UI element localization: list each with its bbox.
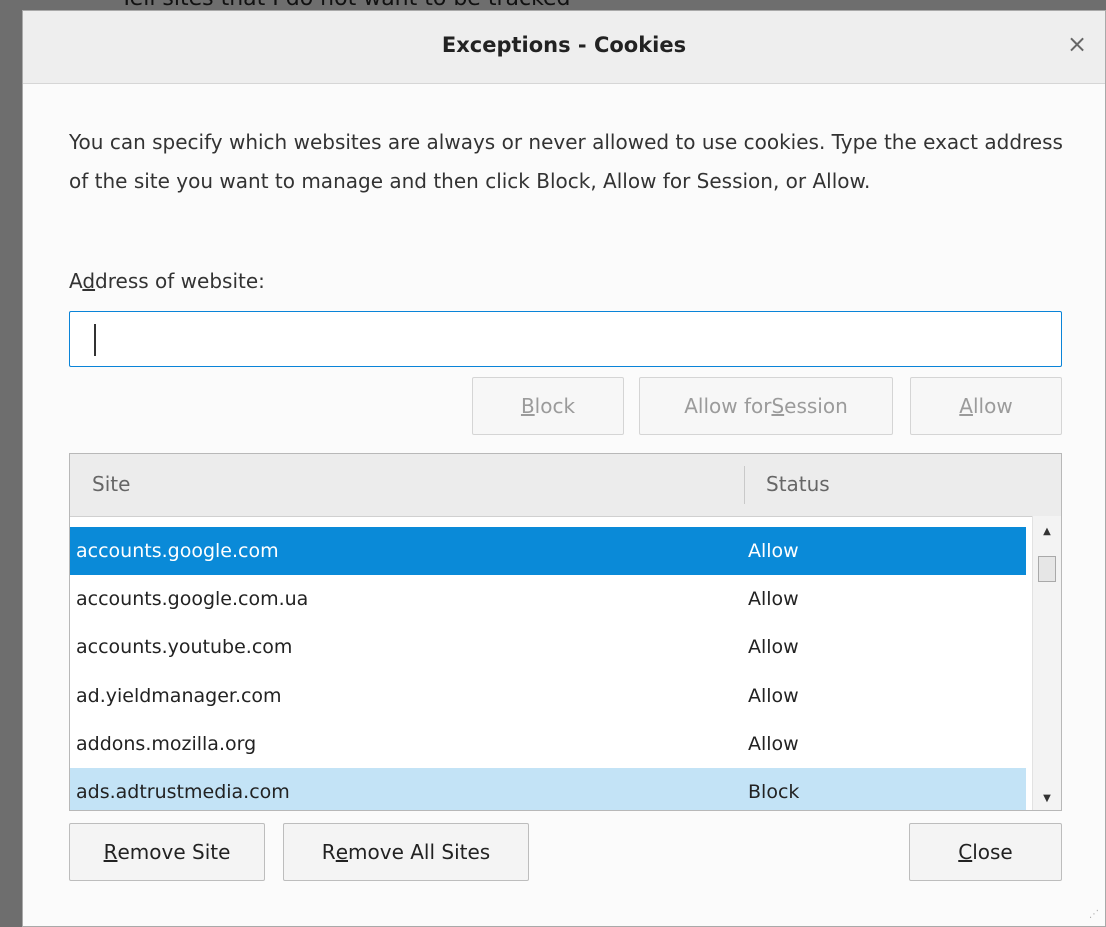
dialog-description: You can specify which websites are alway…	[69, 130, 1063, 193]
allow-session-button-pre: Allow for	[684, 394, 772, 418]
address-label-accesskey: d	[82, 269, 96, 293]
remove-all-accesskey: e	[335, 840, 349, 864]
remove-all-pre: R	[321, 840, 336, 864]
close-icon[interactable]: ×	[1065, 30, 1089, 58]
row-site: accounts.google.com.ua	[76, 588, 309, 610]
allow-button[interactable]: Allow	[910, 377, 1062, 435]
table-row[interactable]: accounts.google.com Allow	[70, 527, 1026, 575]
allow-for-session-button[interactable]: Allow for Session	[639, 377, 893, 435]
allow-button-accesskey: A	[959, 394, 973, 418]
row-status: Allow	[748, 636, 799, 658]
allow-button-post: llow	[972, 394, 1013, 418]
table-row[interactable]: ads.adtrustmedia.com Block	[70, 768, 1026, 810]
list-scrollbar[interactable]: ▲ ▼	[1032, 516, 1061, 810]
table-row[interactable]: accounts.google.com.ua Allow	[70, 575, 1026, 623]
remove-all-sites-button[interactable]: Re move All Sites	[283, 823, 529, 881]
address-input[interactable]	[69, 311, 1062, 367]
remove-site-post: emove Site	[117, 840, 231, 864]
list-header: Site Status	[70, 454, 1061, 517]
text-caret	[94, 324, 96, 356]
address-label-post: dress of website:	[95, 269, 265, 293]
block-button-accesskey: B	[520, 394, 535, 418]
close-button-post: lose	[972, 840, 1013, 864]
column-header-status[interactable]: Status	[766, 472, 830, 496]
row-status: Allow	[748, 540, 799, 562]
remove-site-button[interactable]: Remove Site	[69, 823, 265, 881]
address-label: Address of website:	[69, 269, 265, 293]
table-row[interactable]: ad.yieldmanager.com Allow	[70, 672, 1026, 720]
allow-session-button-post: ession	[784, 394, 848, 418]
row-site: ad.yieldmanager.com	[76, 685, 282, 707]
row-site: accounts.youtube.com	[76, 636, 293, 658]
allow-session-button-accesskey: S	[771, 394, 785, 418]
row-status: Block	[748, 781, 800, 803]
column-divider[interactable]	[744, 466, 745, 504]
row-site: ads.adtrustmedia.com	[76, 781, 290, 803]
row-status: Allow	[748, 588, 799, 610]
close-button[interactable]: Close	[909, 823, 1062, 881]
address-label-pre: A	[69, 269, 83, 293]
remove-site-accesskey: R	[103, 840, 118, 864]
remove-all-post: move All Sites	[348, 840, 491, 864]
dialog-titlebar: Exceptions - Cookies ×	[23, 11, 1105, 84]
row-status: Allow	[748, 733, 799, 755]
cookie-exceptions-dialog: Exceptions - Cookies × You can specify w…	[22, 10, 1106, 927]
block-button[interactable]: Block	[472, 377, 624, 435]
exceptions-list[interactable]: Site Status accounts.google.com Allow ac…	[69, 453, 1062, 811]
scroll-down-arrow-icon[interactable]: ▼	[1033, 793, 1061, 804]
row-site: addons.mozilla.org	[76, 733, 257, 755]
table-row[interactable]: addons.mozilla.org Allow	[70, 720, 1026, 768]
scrollbar-thumb[interactable]	[1038, 556, 1056, 582]
row-status: Allow	[748, 685, 799, 707]
column-header-site[interactable]: Site	[92, 472, 130, 496]
row-site: accounts.google.com	[76, 540, 279, 562]
dialog-title: Exceptions - Cookies	[441, 33, 687, 57]
table-row[interactable]: accounts.youtube.com Allow	[70, 623, 1026, 671]
block-button-post: lock	[534, 394, 576, 418]
scroll-up-arrow-icon[interactable]: ▲	[1033, 526, 1061, 537]
close-button-accesskey: C	[958, 840, 973, 864]
resize-grip-icon[interactable]: ⋰	[1089, 909, 1099, 920]
